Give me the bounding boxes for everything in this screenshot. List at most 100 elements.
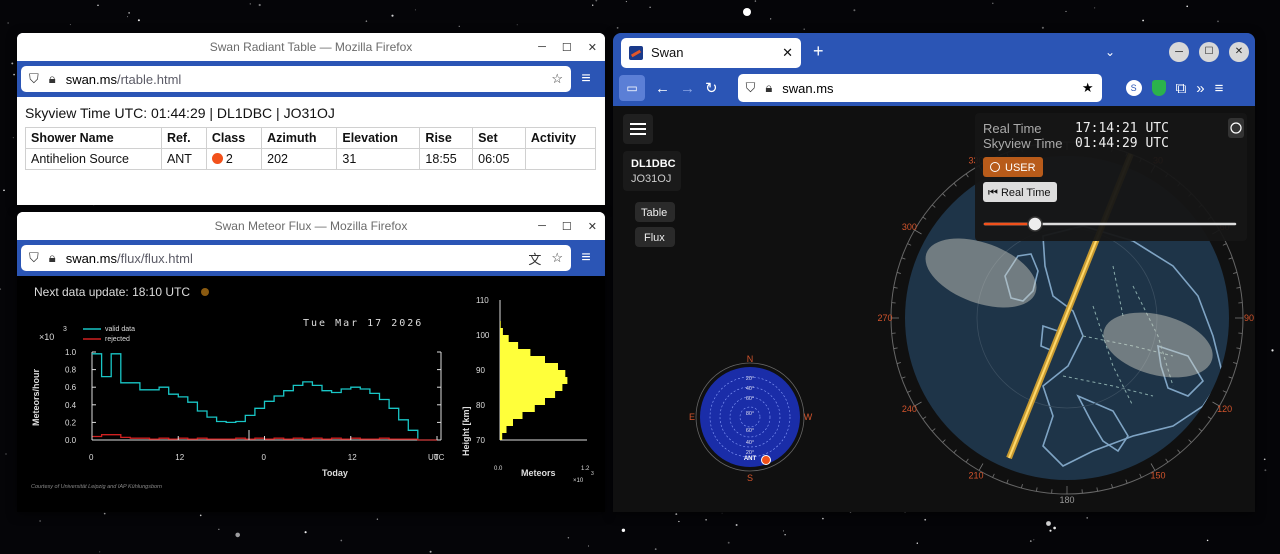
radiant-marker[interactable] (761, 455, 771, 465)
star (721, 512, 723, 514)
column-header[interactable]: Elevation (336, 127, 421, 149)
window-titlebar[interactable]: Swan Meteor Flux — Mozilla Firefox ─ ☐ ✕ (17, 212, 605, 240)
star (1186, 5, 1188, 8)
maximize-icon[interactable]: ☐ (562, 41, 572, 54)
shield-icon[interactable]: ⛉ (746, 80, 756, 96)
url-text[interactable]: swan.ms/rtable.html (66, 72, 182, 87)
hist-bar (500, 412, 523, 419)
translate-icon[interactable]: 文 (528, 249, 541, 268)
cell-class: 2 (205, 148, 263, 170)
close-icon[interactable]: ✕ (588, 41, 597, 54)
y-tick-label: 1.0 (65, 348, 77, 357)
sidebar-toggle-icon[interactable]: ▭ (619, 75, 645, 101)
column-header[interactable]: Activity (524, 127, 597, 149)
column-header[interactable]: Azimuth (261, 127, 338, 149)
address-bar[interactable]: ⛉ 🔒︎ swan.ms/rtable.html ☆ (21, 66, 571, 92)
hist-y-tick-label: 90 (476, 366, 485, 375)
bookmark-star-icon[interactable]: ☆ (551, 250, 563, 266)
star (429, 550, 432, 553)
credit-text: Courtesy of Universität Leipzig and IAP … (31, 484, 162, 490)
star (7, 22, 9, 24)
star (822, 517, 824, 520)
maximize-icon[interactable]: ☐ (562, 220, 572, 233)
real-time-label: Real Time (983, 121, 1042, 136)
class-value: 2 (225, 152, 233, 166)
tab-list-chevron-icon[interactable]: ⌄ (1105, 45, 1115, 59)
tab-close-icon[interactable]: ✕ (782, 45, 793, 61)
forward-icon[interactable]: → (680, 80, 695, 97)
hist-bar (500, 398, 545, 405)
address-bar[interactable]: ⛉ 🔒︎ swan.ms ★ (737, 74, 1102, 102)
star (3, 189, 5, 192)
flux-button-label: Flux (644, 232, 665, 244)
address-bar[interactable]: ⛉ 🔒︎ swan.ms/flux/flux.html 文 ☆ (21, 245, 571, 271)
star (249, 3, 251, 5)
url-text[interactable]: swan.ms/flux/flux.html (66, 251, 193, 266)
star (376, 518, 379, 520)
hist-bar (500, 363, 558, 370)
overflow-chevron-icon[interactable]: » (1196, 80, 1204, 97)
star (99, 551, 101, 553)
star (705, 518, 707, 521)
extension-shield-icon[interactable] (1151, 80, 1166, 96)
lock-icon[interactable]: 🔒︎ (765, 80, 772, 96)
minimize-icon[interactable]: ─ (538, 220, 546, 232)
x-tick-label: 12 (348, 453, 357, 462)
star (0, 288, 2, 291)
hamburger-menu-icon[interactable]: ≡ (571, 249, 601, 267)
azimuth-tick (1111, 484, 1113, 489)
star (304, 531, 307, 534)
extension-s-icon[interactable]: S (1125, 80, 1142, 96)
url-host: swan.ms (65, 250, 117, 266)
back-icon[interactable]: ← (655, 80, 670, 97)
column-header[interactable]: Class (205, 127, 263, 149)
menu-hamburger-icon[interactable] (630, 123, 646, 135)
azimuth-label: 180 (1059, 495, 1074, 505)
hamburger-menu-icon[interactable]: ≡ (571, 70, 601, 88)
column-header[interactable]: Rise (419, 127, 474, 149)
bookmark-star-icon[interactable]: ☆ (551, 71, 563, 87)
time-slider-thumb[interactable] (1027, 216, 1043, 232)
column-header[interactable]: Shower Name (25, 127, 162, 149)
star (743, 8, 751, 16)
star (365, 20, 368, 22)
azimuth-tick (1150, 463, 1156, 471)
minimize-icon[interactable]: ─ (1169, 42, 1189, 62)
lock-icon[interactable]: 🔒︎ (49, 71, 56, 87)
lock-icon[interactable]: 🔒︎ (49, 250, 56, 266)
tab-title: Swan (651, 45, 684, 60)
azimuth-tick (1165, 458, 1169, 463)
close-icon[interactable]: ✕ (588, 220, 597, 233)
hist-bar (500, 370, 566, 377)
hist-y-tick-label: 110 (476, 296, 489, 305)
tab-swan[interactable]: Swan ✕ (621, 37, 801, 68)
star (1041, 26, 1044, 29)
star (649, 6, 651, 9)
star (5, 453, 7, 455)
cell-activity (524, 148, 597, 170)
url-host[interactable]: swan.ms (782, 81, 833, 96)
y-tick-label: 0.6 (65, 383, 77, 392)
table-row[interactable]: Antihelion Source ANT 2 202 31 18:55 06:05 (25, 148, 597, 170)
star (625, 1, 627, 3)
column-header[interactable]: Set (472, 127, 526, 149)
minimize-icon[interactable]: ─ (538, 41, 546, 53)
star (458, 25, 460, 27)
azimuth-tick (1228, 376, 1233, 379)
close-icon[interactable]: ✕ (1229, 42, 1249, 62)
bookmark-star-filled-icon[interactable]: ★ (1082, 80, 1094, 96)
reload-icon[interactable]: ↻ (705, 79, 718, 97)
star (784, 534, 786, 536)
column-header[interactable]: Ref. (160, 127, 207, 149)
hamburger-menu-icon[interactable]: ≡ (1215, 80, 1224, 97)
azimuth-tick (1233, 362, 1238, 364)
extensions-puzzle-icon[interactable]: ⧉ (1176, 80, 1187, 97)
maximize-icon[interactable]: ☐ (1199, 42, 1219, 62)
radiant-label: ANT (744, 456, 757, 462)
azimuth-label: 150 (1150, 471, 1165, 481)
window-titlebar[interactable]: Swan Radiant Table — Mozilla Firefox ─ ☐… (17, 33, 605, 61)
shield-icon[interactable]: ⛉ (29, 250, 39, 266)
new-tab-icon[interactable]: + (813, 41, 824, 62)
azimuth-tick (1198, 428, 1203, 432)
shield-icon[interactable]: ⛉ (29, 71, 39, 87)
